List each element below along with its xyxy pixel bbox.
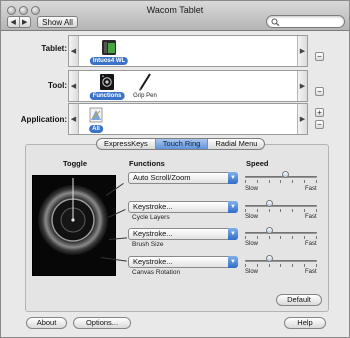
- toggle-header: Toggle: [63, 159, 88, 168]
- search-field: [266, 15, 345, 28]
- preferences-window: Wacom Tablet ◀ ▶ Show All Tablet: ◀ Intu…: [0, 0, 350, 338]
- speed-slider-knob[interactable]: [281, 171, 289, 178]
- tablet-label: Tablet:: [41, 44, 67, 53]
- all-applications-icon: [89, 107, 103, 123]
- application-scroll-left-icon[interactable]: ◀: [69, 104, 79, 134]
- application-label: Application:: [20, 115, 67, 124]
- speed-slider-1[interactable]: [245, 171, 317, 183]
- remove-tablet-button[interactable]: −: [315, 52, 324, 61]
- tablet-item-intuos4[interactable]: Intuos4 WL: [89, 38, 129, 65]
- grip-pen-icon: [139, 73, 151, 91]
- function-2-value: Keystroke...: [133, 202, 173, 211]
- tool-item-grip-pen[interactable]: Grip Pen: [127, 73, 163, 100]
- function-1-value: Auto Scroll/Zoom: [133, 173, 191, 182]
- tab-touch-ring[interactable]: Touch Ring: [154, 139, 208, 149]
- tablet-scroll-right-icon[interactable]: ▶: [297, 36, 307, 66]
- touch-ring-illustration: [32, 175, 116, 276]
- tool-scroll-left-icon[interactable]: ◀: [69, 71, 79, 101]
- function-4-sublabel: Canvas Rotation: [132, 269, 181, 276]
- speed-slider-2[interactable]: [245, 200, 317, 212]
- remove-application-button[interactable]: −: [315, 120, 324, 129]
- function-3-sublabel: Brush Size: [132, 241, 164, 248]
- about-button[interactable]: About: [26, 317, 67, 329]
- speed-slider-knob[interactable]: [265, 255, 273, 262]
- dropdown-arrow-icon: ▼: [228, 172, 238, 184]
- fast-label: Fast: [305, 241, 317, 247]
- function-3-value: Keystroke...: [133, 229, 173, 238]
- function-4-select[interactable]: Keystroke... ▼: [128, 256, 238, 268]
- fast-label: Fast: [305, 186, 317, 192]
- forward-arrow-icon[interactable]: ▶: [18, 17, 31, 27]
- options-button[interactable]: Options...: [73, 317, 131, 329]
- application-chooser: ◀ All ▶: [68, 103, 308, 135]
- add-application-button[interactable]: +: [315, 108, 324, 117]
- function-4-value: Keystroke...: [133, 257, 173, 266]
- slow-label: Slow: [245, 241, 259, 247]
- application-item-all[interactable]: All: [83, 106, 109, 133]
- title-bar: Wacom Tablet ◀ ▶ Show All: [1, 1, 349, 31]
- window-title: Wacom Tablet: [146, 5, 204, 15]
- tool-item-functions[interactable]: Functions: [87, 73, 127, 100]
- slow-label: Slow: [245, 214, 259, 220]
- settings-tabs: ExpressKeys Touch Ring Radial Menu: [96, 138, 266, 150]
- speed-slider-knob[interactable]: [265, 227, 273, 234]
- function-1-select[interactable]: Auto Scroll/Zoom ▼: [128, 172, 238, 184]
- functions-header: Functions: [129, 159, 165, 168]
- show-all-button[interactable]: Show All: [37, 16, 78, 28]
- application-item-label: All: [89, 125, 103, 133]
- slow-label: Slow: [245, 269, 259, 275]
- dropdown-arrow-icon: ▼: [228, 201, 238, 213]
- tool-item-label-grip-pen: Grip Pen: [133, 93, 157, 99]
- tool-label: Tool:: [48, 81, 67, 90]
- tablet-item-label: Intuos4 WL: [89, 57, 129, 65]
- function-3-select[interactable]: Keystroke... ▼: [128, 228, 238, 240]
- tool-scroll-right-icon[interactable]: ▶: [297, 71, 307, 101]
- search-icon: [271, 18, 280, 26]
- dropdown-arrow-icon: ▼: [228, 228, 238, 240]
- search-input[interactable]: [283, 17, 341, 26]
- speed-slider-4[interactable]: [245, 255, 317, 267]
- function-2-sublabel: Cycle Layers: [132, 214, 170, 221]
- function-2-select[interactable]: Keystroke... ▼: [128, 201, 238, 213]
- tablet-scroll-left-icon[interactable]: ◀: [69, 36, 79, 66]
- remove-tool-button[interactable]: −: [315, 87, 324, 96]
- tablet-chooser: ◀ Intuos4 WL ▶: [68, 35, 308, 67]
- back-arrow-icon[interactable]: ◀: [8, 17, 19, 27]
- help-button[interactable]: Help: [284, 317, 326, 329]
- tool-chooser: ◀ Functions Grip Pen ▶: [68, 70, 308, 102]
- touch-ring-icon: [38, 178, 108, 255]
- fast-label: Fast: [305, 214, 317, 220]
- tablet-device-icon: [102, 40, 116, 55]
- default-button[interactable]: Default: [276, 294, 322, 306]
- speed-header: Speed: [246, 159, 269, 168]
- fast-label: Fast: [305, 269, 317, 275]
- tool-item-label-functions: Functions: [89, 92, 125, 100]
- back-forward-control: ◀ ▶: [7, 16, 31, 28]
- speed-slider-knob[interactable]: [265, 200, 273, 207]
- tab-radial-menu[interactable]: Radial Menu: [207, 139, 264, 149]
- speed-slider-3[interactable]: [245, 227, 317, 239]
- slow-label: Slow: [245, 186, 259, 192]
- application-scroll-right-icon[interactable]: ▶: [297, 104, 307, 134]
- dropdown-arrow-icon: ▼: [228, 256, 238, 268]
- functions-icon: [100, 74, 114, 90]
- tab-expresskeys[interactable]: ExpressKeys: [97, 139, 155, 149]
